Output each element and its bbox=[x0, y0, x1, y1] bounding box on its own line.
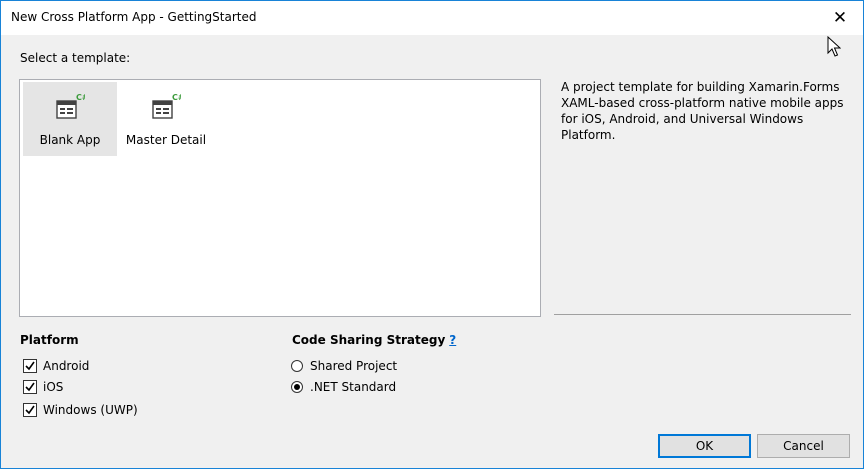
checkbox-label: Android bbox=[43, 359, 90, 373]
checkbox-ios[interactable]: iOS bbox=[23, 380, 63, 394]
checkbox-box[interactable] bbox=[23, 403, 37, 417]
platform-title: Platform bbox=[20, 333, 79, 347]
description-separator bbox=[554, 314, 851, 315]
window-title: New Cross Platform App - GettingStarted bbox=[11, 10, 257, 24]
checkbox-label: iOS bbox=[43, 380, 64, 394]
checkbox-box[interactable] bbox=[23, 380, 37, 394]
select-template-label: Select a template: bbox=[20, 51, 131, 65]
close-button[interactable]: ✕ bbox=[817, 1, 863, 35]
svg-text:C#: C# bbox=[76, 93, 85, 102]
checkmark-icon bbox=[25, 361, 35, 371]
radio-label: .NET Standard bbox=[310, 380, 397, 394]
title-bar: New Cross Platform App - GettingStarted … bbox=[1, 1, 863, 35]
radio-net-standard[interactable]: .NET Standard bbox=[291, 380, 396, 394]
checkmark-icon bbox=[25, 382, 35, 392]
radio-circle[interactable] bbox=[291, 360, 303, 372]
checkbox-android[interactable]: Android bbox=[23, 359, 89, 373]
template-description: A project template for building Xamarin.… bbox=[561, 80, 844, 142]
code-sharing-title-text: Code Sharing Strategy bbox=[292, 333, 446, 347]
template-item-blank-app[interactable]: C# Blank App bbox=[23, 82, 117, 156]
radio-circle[interactable] bbox=[291, 381, 303, 393]
xamarin-forms-template-icon: C# bbox=[151, 92, 185, 122]
checkmark-icon bbox=[25, 405, 35, 415]
code-sharing-title: Code Sharing Strategy? bbox=[292, 333, 456, 347]
xamarin-forms-template-icon: C# bbox=[55, 92, 89, 122]
code-sharing-help-link[interactable]: ? bbox=[449, 333, 456, 347]
template-label: Master Detail bbox=[125, 133, 207, 147]
close-icon: ✕ bbox=[832, 8, 848, 28]
svg-text:C#: C# bbox=[172, 93, 181, 102]
mouse-cursor-icon bbox=[827, 35, 842, 61]
checkbox-label: Windows (UWP) bbox=[43, 403, 138, 417]
dialog-window: New Cross Platform App - GettingStarted … bbox=[0, 0, 864, 469]
checkbox-windows-uwp[interactable]: Windows (UWP) bbox=[23, 403, 138, 417]
ok-button[interactable]: OK bbox=[658, 434, 751, 458]
checkbox-box[interactable] bbox=[23, 359, 37, 373]
radio-label: Shared Project bbox=[310, 359, 398, 373]
radio-shared-project[interactable]: Shared Project bbox=[291, 359, 397, 373]
template-list: C# Blank App C# Master Detail bbox=[19, 79, 541, 317]
template-label: Blank App bbox=[39, 133, 101, 147]
cancel-button[interactable]: Cancel bbox=[757, 434, 850, 458]
template-item-master-detail[interactable]: C# Master Detail bbox=[119, 82, 213, 156]
